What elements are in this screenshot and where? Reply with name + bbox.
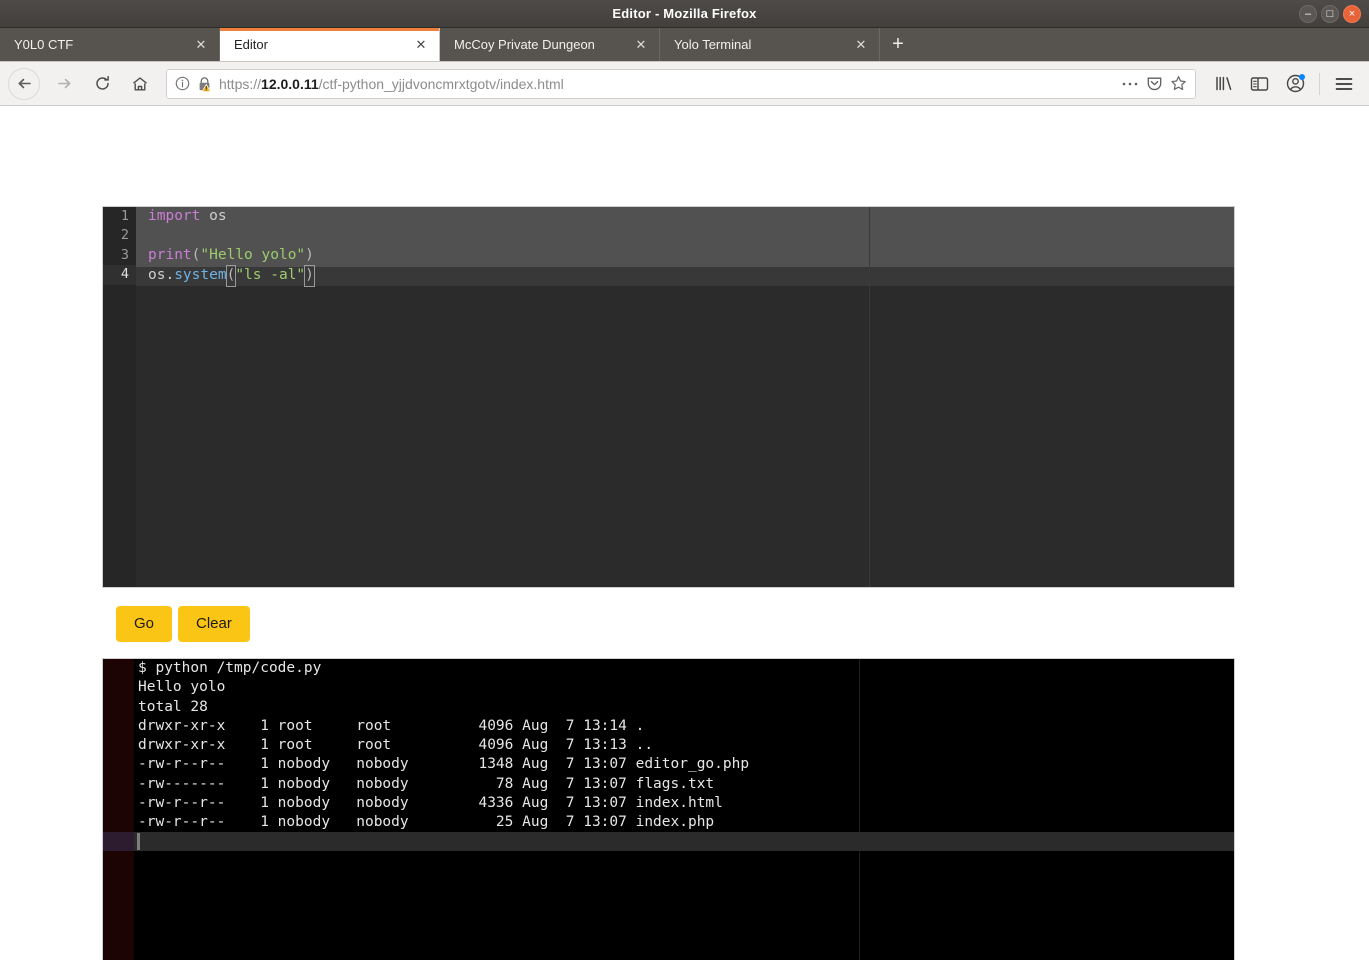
method-system: system	[174, 267, 227, 284]
string-ls-al: "ls -al"	[235, 267, 306, 284]
tab-mccoy-private-dungeon[interactable]: McCoy Private Dungeon ✕	[440, 28, 660, 61]
home-icon[interactable]	[122, 67, 158, 101]
url-bar[interactable]: https://12.0.0.11/ctf-python_yjjdvoncmrx…	[166, 68, 1196, 99]
tab-label: McCoy Private Dungeon	[454, 37, 595, 52]
back-arrow-icon[interactable]	[8, 67, 40, 100]
close-button[interactable]: ×	[1343, 5, 1361, 23]
terminal-line-total: total 28	[138, 698, 208, 715]
new-tab-button[interactable]: +	[880, 28, 916, 61]
minimize-button[interactable]: –	[1299, 5, 1317, 23]
code-editor[interactable]: 1 2 3 4 import os print("Hello yolo") os…	[102, 206, 1235, 588]
terminal-output[interactable]: $ python /tmp/code.py Hello yolo total 2…	[102, 658, 1235, 960]
editor-actions: Go Clear	[116, 606, 250, 642]
object-os: os.	[148, 267, 175, 284]
terminal-line-file: -rw-r--r-- 1 nobody nobody 1348 Aug 7 13…	[138, 756, 750, 773]
ellipsis-icon[interactable]	[1121, 81, 1139, 87]
hamburger-menu-icon[interactable]	[1327, 67, 1361, 101]
editor-code-area[interactable]: import os print("Hello yolo") os.system(…	[136, 207, 1234, 587]
tab-yolo-terminal[interactable]: Yolo Terminal ✕	[660, 28, 880, 61]
terminal-cursor	[137, 833, 140, 850]
sidebar-icon[interactable]	[1242, 67, 1276, 101]
library-icon[interactable]	[1206, 67, 1240, 101]
terminal-line-output: Hello yolo	[138, 679, 226, 696]
url-text[interactable]: https://12.0.0.11/ctf-python_yjjdvoncmrx…	[219, 76, 1114, 92]
close-icon[interactable]: ✕	[853, 37, 869, 53]
close-icon[interactable]: ✕	[413, 37, 429, 53]
pocket-shield-icon[interactable]	[1146, 75, 1163, 92]
toolbar-divider	[1319, 72, 1320, 95]
lock-warning-icon[interactable]	[197, 76, 212, 92]
line-number: 2	[120, 227, 129, 244]
terminal-line-file: drwxr-xr-x 1 root root 4096 Aug 7 13:14 …	[138, 717, 645, 734]
terminal-line-file: -rw-r--r-- 1 nobody nobody 25 Aug 7 13:0…	[138, 814, 715, 831]
code-line-4: os.system("ls -al")	[148, 265, 1234, 287]
terminal-body: $ python /tmp/code.py Hello yolo total 2…	[134, 659, 1234, 960]
code-line-3: print("Hello yolo")	[148, 246, 1234, 265]
line-number: 3	[120, 246, 129, 263]
terminal-line-file: drwxr-xr-x 1 root root 4096 Aug 7 13:13 …	[138, 737, 654, 754]
url-path: /ctf-python_yjjdvoncmrxtgotv/index.html	[318, 75, 564, 92]
window-titlebar: Editor - Mozilla Firefox – □ ×	[0, 0, 1369, 28]
terminal-line-file: -rw------- 1 nobody nobody 78 Aug 7 13:0…	[138, 775, 715, 792]
clear-button[interactable]: Clear	[178, 606, 250, 642]
maximize-button[interactable]: □	[1321, 5, 1339, 23]
account-icon[interactable]	[1278, 67, 1312, 101]
toolbar-right-actions	[1206, 67, 1361, 101]
window-title: Editor - Mozilla Firefox	[612, 6, 757, 21]
editor-line-number-gutter: 1 2 3 4	[103, 207, 136, 587]
tab-label: Yolo Terminal	[674, 37, 752, 52]
account-notification-dot	[1299, 73, 1305, 80]
function-print: print	[148, 246, 192, 263]
reload-icon[interactable]	[84, 67, 120, 101]
window-controls: – □ ×	[1299, 0, 1361, 28]
terminal-line-file: -rw-r--r-- 1 nobody nobody 4336 Aug 7 13…	[138, 795, 723, 812]
forward-arrow-icon[interactable]	[46, 67, 82, 101]
paren-close: )	[305, 246, 314, 263]
tab-y0l0-ctf[interactable]: Y0L0 CTF ✕	[0, 28, 220, 61]
keyword-import: import	[148, 208, 201, 224]
tab-editor[interactable]: Editor ✕	[220, 28, 440, 61]
close-icon[interactable]: ✕	[633, 37, 649, 53]
url-scheme: https://	[219, 75, 262, 92]
tab-strip: Y0L0 CTF ✕ Editor ✕ McCoy Private Dungeo…	[0, 28, 1369, 62]
terminal-line-command: $ python /tmp/code.py	[138, 660, 322, 676]
line-number-active: 4	[103, 265, 136, 285]
info-circle-icon[interactable]	[175, 76, 190, 91]
close-icon[interactable]: ✕	[193, 37, 209, 53]
terminal-cursor-line	[103, 832, 1234, 851]
go-button[interactable]: Go	[116, 606, 173, 642]
tab-label: Editor	[234, 37, 268, 52]
paren-close-matched: )	[304, 265, 315, 287]
navigation-toolbar: https://12.0.0.11/ctf-python_yjjdvoncmrx…	[0, 62, 1369, 106]
star-icon[interactable]	[1170, 75, 1187, 92]
url-host: 12.0.0.11	[261, 75, 319, 92]
page-content: 1 2 3 4 import os print("Hello yolo") os…	[0, 106, 1369, 960]
line-number: 1	[120, 208, 129, 224]
terminal-gutter	[103, 659, 134, 960]
string-hello-yolo: "Hello yolo"	[200, 246, 306, 263]
code-line-1: import os	[148, 207, 1234, 226]
module-os: os	[200, 208, 227, 224]
tab-label: Y0L0 CTF	[14, 37, 74, 52]
terminal-cursor-gutter	[103, 832, 134, 851]
